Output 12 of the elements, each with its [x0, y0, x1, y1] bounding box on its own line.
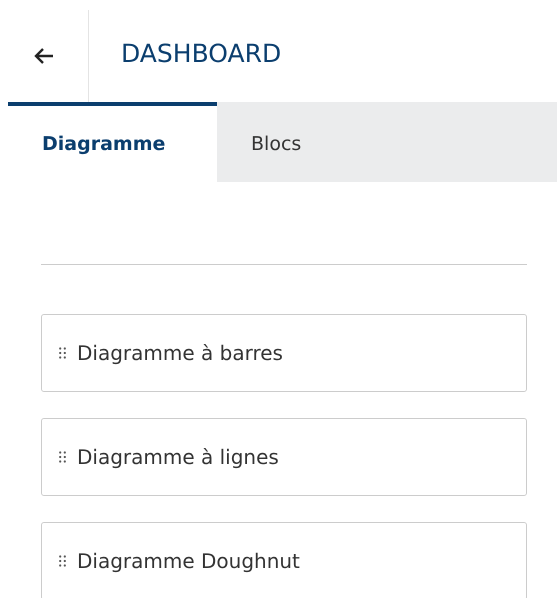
drag-handle-icon — [59, 347, 66, 359]
tab[interactable]: Diagramme — [8, 102, 217, 182]
page-title: DASHBOARD — [120, 38, 282, 70]
draggable-item[interactable]: Diagramme à lignes — [41, 418, 527, 496]
draggable-item[interactable]: Diagramme à barres — [41, 314, 527, 392]
drag-handle-icon — [59, 451, 66, 463]
item-label: Diagramme Doughnut — [77, 549, 300, 573]
draggable-item[interactable]: Diagramme Doughnut — [41, 522, 527, 598]
item-label: Diagramme à lignes — [77, 445, 279, 469]
back-arrow-icon — [33, 47, 55, 65]
item-label: Diagramme à barres — [77, 341, 283, 365]
drag-handle-icon — [59, 555, 66, 567]
